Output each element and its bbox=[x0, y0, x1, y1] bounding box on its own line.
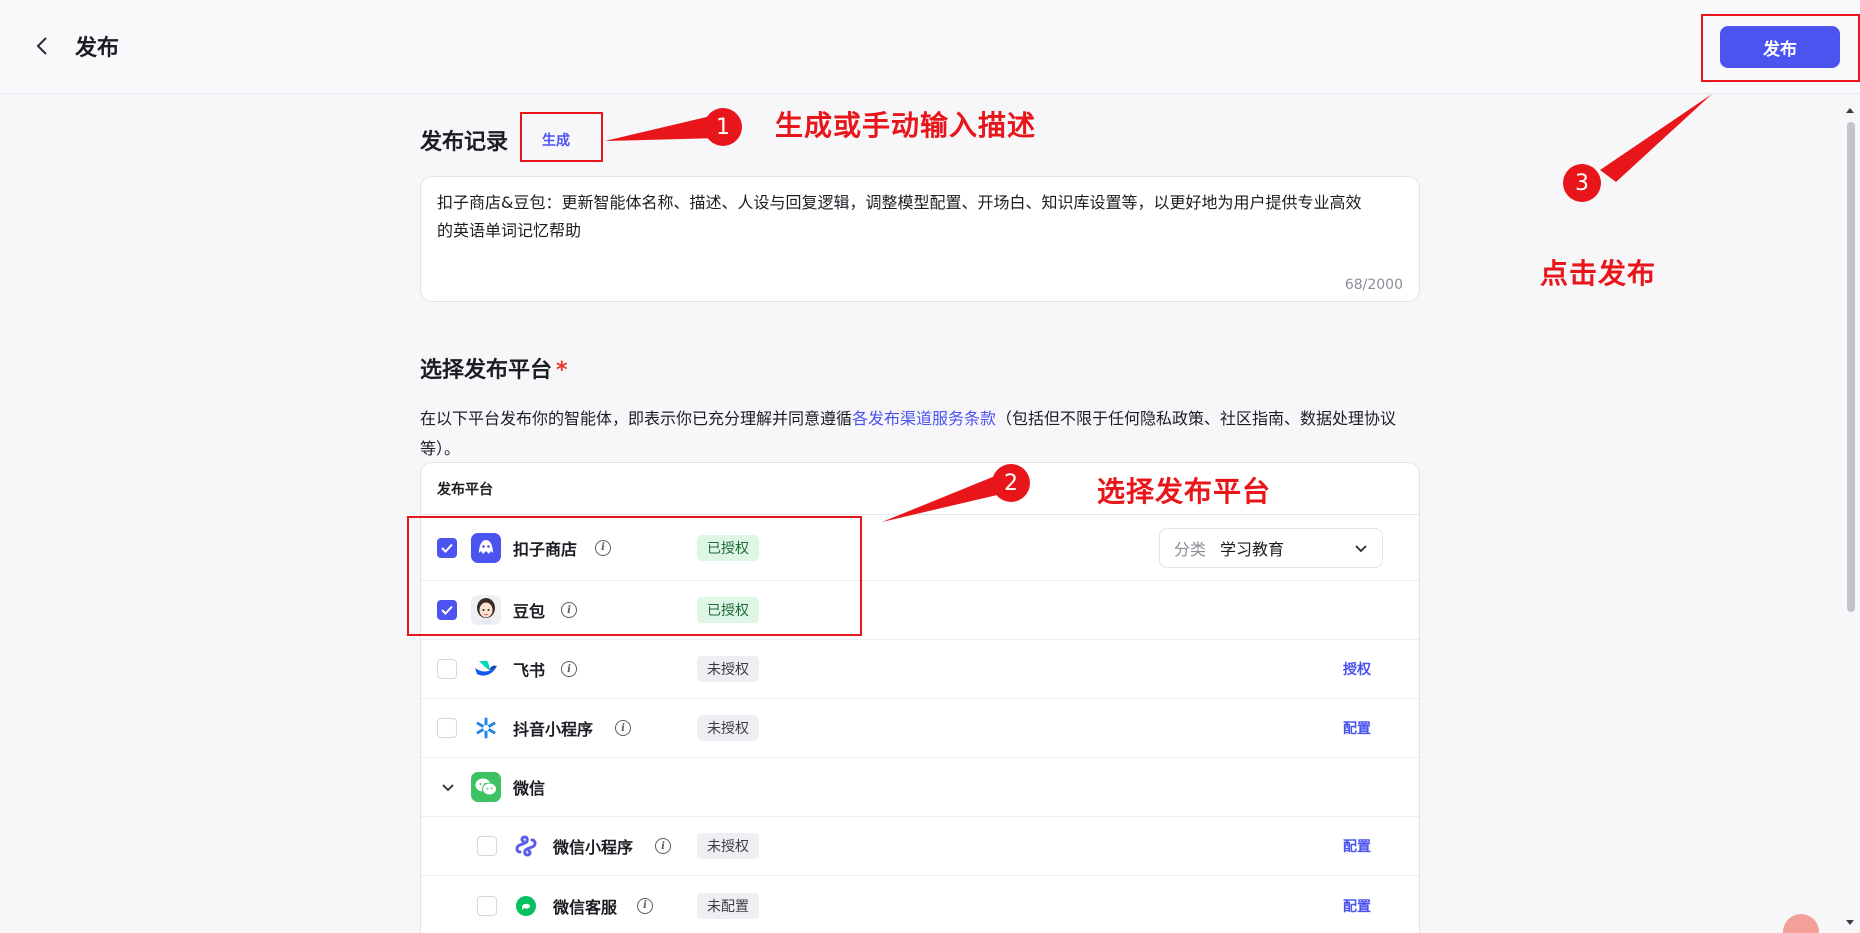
annotation-text-step2: 选择发布平台 bbox=[1097, 475, 1272, 508]
annotation-box-platforms bbox=[407, 516, 862, 636]
annotation-text-step3: 点击发布 bbox=[1540, 257, 1657, 290]
annotation-step-1: 1 bbox=[704, 108, 742, 146]
arrow-step3 bbox=[1600, 94, 1712, 182]
arrow-step1 bbox=[605, 115, 720, 141]
annotation-box-generate bbox=[520, 112, 603, 162]
annotation-text-step1: 生成或手动输入描述 bbox=[775, 109, 1037, 142]
annotation-box-publish bbox=[1701, 14, 1860, 82]
arrow-step2 bbox=[882, 474, 1010, 522]
annotation-step-3: 3 bbox=[1563, 164, 1601, 202]
annotation-step-2: 2 bbox=[992, 464, 1030, 502]
